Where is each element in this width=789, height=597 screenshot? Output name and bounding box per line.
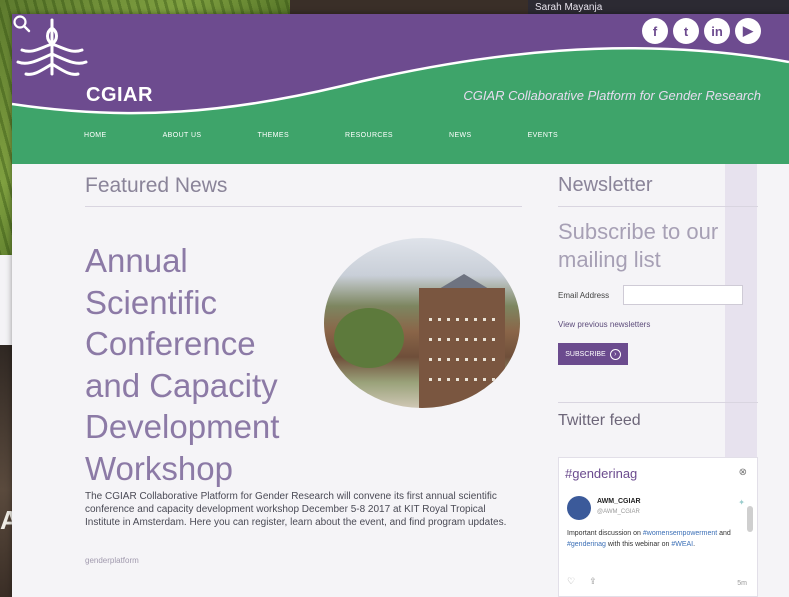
article-headline[interactable]: Annual Scientific Conference and Capacit…: [85, 240, 315, 489]
background-caption: Sarah Mayanja: [535, 2, 603, 13]
nav-item-resources[interactable]: RESOURCES: [345, 132, 393, 139]
scrollbar[interactable]: [747, 506, 753, 532]
twitter-bird-icon: ✦: [738, 498, 745, 507]
facebook-icon[interactable]: f: [642, 18, 668, 44]
youtube-icon[interactable]: ▶: [735, 18, 761, 44]
twitter-widget: #genderinag ⊗ AWM_CGIAR @AWM_CGIAR ✦ Imp…: [558, 457, 758, 597]
nav-item-news[interactable]: NEWS: [449, 132, 472, 139]
site-header: CGIAR f t in ▶ CGIAR Collaborative Platf…: [12, 14, 789, 164]
search-icon[interactable]: [12, 14, 32, 34]
tweet-author[interactable]: AWM_CGIAR: [597, 498, 641, 505]
email-label: Email Address: [558, 291, 610, 300]
tweet-handle[interactable]: @AWM_CGIAR: [597, 509, 640, 515]
tweet-text-part: Important discussion on: [567, 530, 643, 537]
tweet-hashtag-link[interactable]: #womensempowerment: [643, 530, 717, 537]
arrow-right-icon: ›: [609, 348, 621, 360]
newsletter-title: Newsletter: [558, 174, 653, 196]
share-icon[interactable]: ⇪: [589, 576, 597, 587]
tweet-hashtag-link[interactable]: #genderinag: [567, 541, 606, 548]
email-field[interactable]: [623, 285, 743, 305]
photo-windows: [429, 338, 499, 341]
divider: [85, 206, 522, 207]
article-photo[interactable]: [324, 238, 520, 408]
tweet-time: 5m: [737, 580, 747, 587]
photo-windows: [429, 358, 499, 361]
article-tag[interactable]: genderplatform: [85, 556, 139, 565]
avatar[interactable]: [567, 496, 591, 520]
tweet-actions: ♡ ⇪: [567, 576, 597, 587]
tweet-text-part: and: [717, 530, 731, 537]
previous-newsletters-link[interactable]: View previous newsletters: [558, 320, 650, 329]
nav-item-home[interactable]: HOME: [84, 132, 107, 139]
website-screenshot: CGIAR f t in ▶ CGIAR Collaborative Platf…: [12, 14, 789, 597]
tweet-text-part: .: [693, 541, 696, 548]
photo-windows: [429, 318, 499, 321]
twitter-hashtag[interactable]: #genderinag: [565, 466, 637, 481]
nav-item-events[interactable]: EVENTS: [528, 132, 558, 139]
close-icon[interactable]: ⊗: [739, 467, 747, 478]
twitter-icon[interactable]: t: [673, 18, 699, 44]
divider: [558, 206, 758, 207]
tweet-hashtag-link[interactable]: #WEAI: [671, 541, 693, 548]
photo-tree: [334, 308, 404, 368]
subscribe-button[interactable]: SUBSCRIBE ›: [558, 343, 628, 365]
platform-title: CGIAR Collaborative Platform for Gender …: [463, 88, 761, 103]
background-strip: [0, 255, 12, 345]
divider: [558, 402, 758, 403]
twitter-feed-title: Twitter feed: [558, 412, 641, 429]
photo-windows: [429, 378, 499, 381]
social-links: f t in ▶: [642, 18, 761, 44]
nav-item-about[interactable]: ABOUT US: [163, 132, 202, 139]
logo-text[interactable]: CGIAR: [86, 84, 153, 107]
tweet-text: Important discussion on #womensempowerme…: [567, 528, 747, 550]
photo-building: [419, 288, 505, 408]
nav-item-themes[interactable]: THEMES: [257, 132, 289, 139]
linkedin-icon[interactable]: in: [704, 18, 730, 44]
article-summary: The CGIAR Collaborative Platform for Gen…: [85, 491, 507, 528]
like-icon[interactable]: ♡: [567, 576, 575, 587]
main-nav: HOME ABOUT US THEMES RESOURCES NEWS EVEN…: [84, 132, 614, 139]
section-title-featured-news: Featured News: [85, 174, 228, 197]
subscribe-button-label: SUBSCRIBE: [565, 350, 606, 358]
subscribe-heading: Subscribe to our mailing list: [558, 219, 719, 272]
tweet-text-part: with this webinar on: [605, 541, 672, 548]
